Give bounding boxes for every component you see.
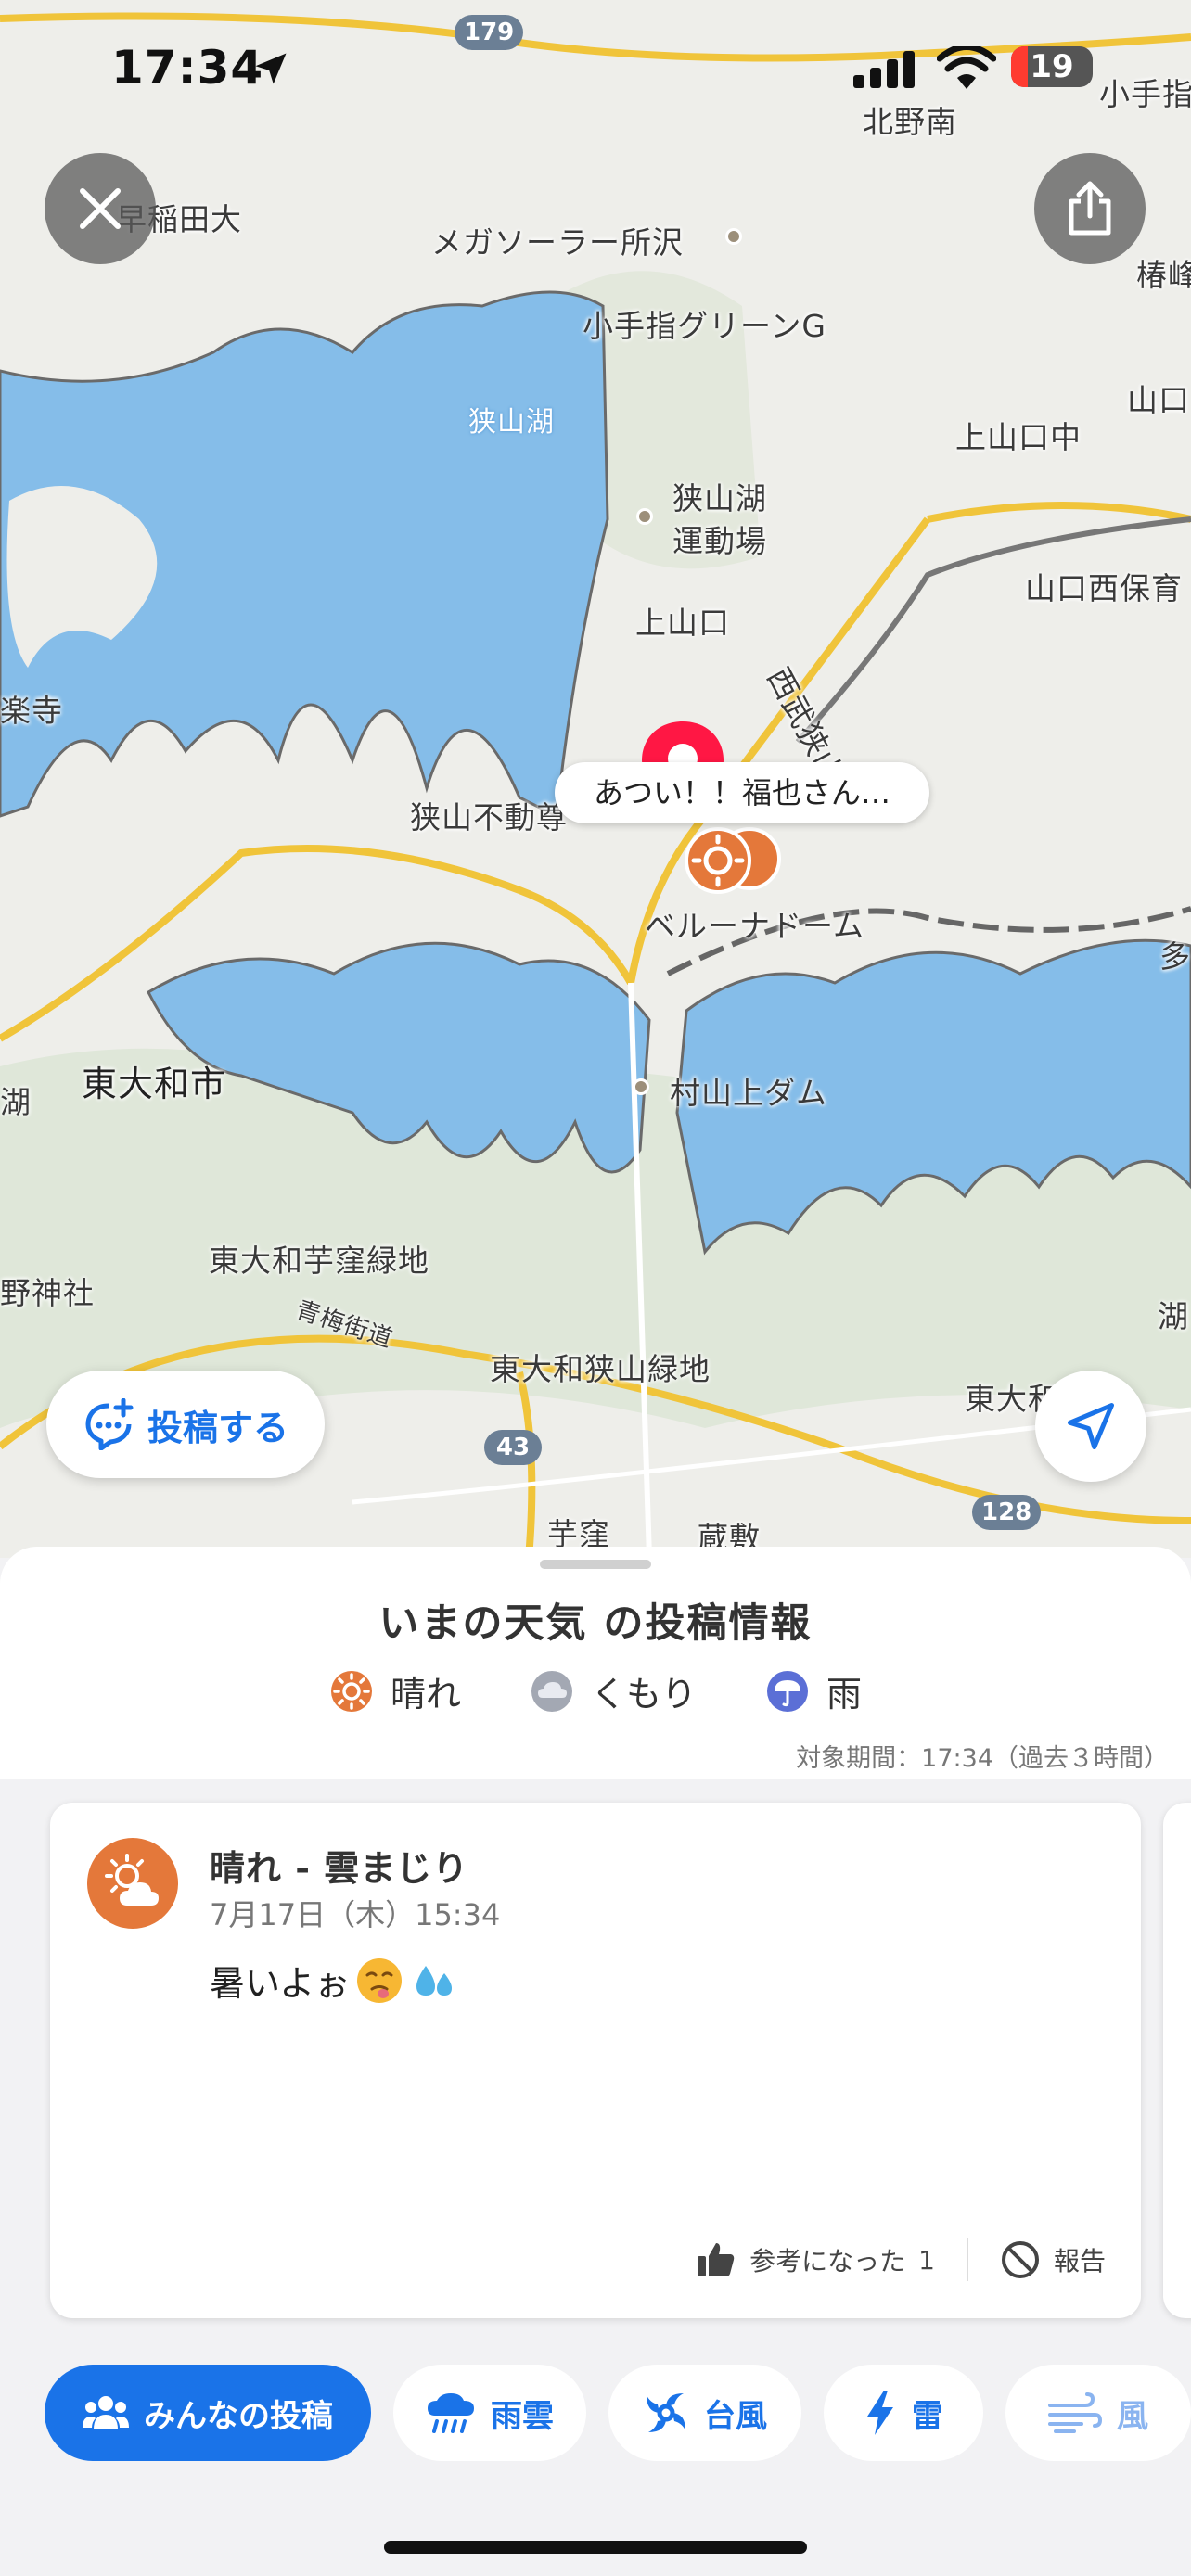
rain-cloud-icon [428,2393,474,2433]
poi-dot [636,508,653,525]
sheet-title: いまの天気 の投稿情報 [378,1600,813,1647]
post-actions: 参考になった 1 報告 [696,2238,1106,2281]
close-icon [80,188,121,229]
map-label-ta-right: 多 [1159,938,1191,975]
map-label-yamaguchi: 山口 [1127,382,1190,418]
map-label-sayama-fudo: 狭山不動尊 [410,799,568,835]
layer-tabs: みんなの投稿 雨雲 台風 雷 風 [45,2365,1191,2461]
wind-icon [1048,2392,1102,2433]
legend-item-cloudy: くもり [530,1665,697,1716]
battery-icon: 19 [1011,46,1093,87]
sheet-header: いまの天気 の投稿情報 晴れ くもり 雨 対象期間：17:34（過去３時間） [0,1547,1191,1779]
map-label-rakuji: 楽寺 [0,693,63,729]
umbrella-icon [767,1670,808,1712]
map-label-kamiyamaguchi-jh: 上山口中 [955,419,1082,455]
tab-label: 風 [1117,2397,1148,2435]
location-arrow-icon [255,53,287,84]
post-date: 7月17日（木）15:34 [210,1897,501,1932]
map-label-murayama-dam: 村山上ダム [670,1075,827,1111]
legend-label: 晴れ [390,1674,461,1715]
sheet-grabber[interactable] [540,1560,651,1569]
sweat-droplets-icon [416,1965,453,1996]
map-label-imokubo-green: 東大和芋窪緑地 [209,1243,429,1279]
wifi-icon [937,46,996,89]
map-label-sayamako: 狭山湖 [468,406,555,439]
map-label-megasolar: メガソーラー所沢 [431,224,684,261]
bottom-sheet[interactable]: いまの天気 の投稿情報 晴れ くもり 雨 対象期間：17:34（過去３時間） 晴… [0,1547,1191,2576]
battery-level: 19 [1030,48,1074,85]
map-label-kamiyamaguchi: 上山口 [635,605,730,641]
tab-label: 雷 [912,2397,943,2435]
tab-rain-cloud[interactable]: 雨雲 [393,2365,586,2461]
thumbs-up-icon[interactable] [696,2241,736,2278]
share-button[interactable] [1034,153,1146,264]
home-indicator [384,2541,807,2554]
map-label-ko-right: 湖 [1158,1298,1189,1334]
helpful-label[interactable]: 参考になった [749,2241,905,2278]
legend-item-sunny: 晴れ [329,1665,461,1716]
post-button[interactable]: 投稿する [46,1371,325,1478]
legend-label: くもり [590,1674,697,1715]
location-arrow-icon [1068,1403,1114,1449]
report-label[interactable]: 報告 [1054,2241,1106,2278]
map-label-belluna: ベルーナドーム [645,908,865,944]
legend-label: 雨 [826,1674,863,1715]
poi-dot [633,1078,649,1095]
sun-icon [330,1670,372,1712]
lightning-icon [867,2391,893,2435]
next-post-card[interactable] [1163,1803,1191,2318]
people-icon [83,2396,129,2429]
map-label-yamaguchi-nishi: 山口西保育 [1025,570,1183,606]
route-shield: 128 [972,1495,1042,1530]
close-button[interactable] [45,153,156,264]
sun-marker-icon[interactable] [675,823,787,898]
post-bubble-icon [85,1398,134,1450]
map-label-sayamako-ground: 狭山湖 運動場 [672,480,767,559]
tab-wind[interactable]: 風 [1005,2365,1191,2461]
cloud-icon [531,1670,572,1712]
map-label-sayama-green: 東大和狭山緑地 [490,1351,711,1387]
map-label-kitanominami: 北野南 [863,104,957,140]
post-body: 暑いよぉ [210,1955,457,2006]
tab-label: みんなの投稿 [144,2397,333,2435]
map-label-yajinja: 野神社 [0,1275,95,1311]
post-callout[interactable]: あつい！！福也さん… [555,762,929,823]
map-label-higashiyamato: 東大和市 [82,1064,227,1104]
post-body-text: 暑いよぉ [210,1963,351,2004]
post-button-label: 投稿する [147,1407,288,1448]
tab-typhoon[interactable]: 台風 [608,2365,801,2461]
map-label-ko: 湖 [0,1084,32,1120]
typhoon-icon [647,2393,685,2432]
tab-label: 雨雲 [491,2397,554,2435]
tab-lightning[interactable]: 雷 [824,2365,983,2461]
status-time: 17:34 [111,41,264,95]
weather-legend: 晴れ くもり 雨 [0,1665,1191,1716]
helpful-count: 1 [918,2244,935,2276]
weather-map[interactable]: 北野南 小手指 早稲田大 メガソーラー所沢 小手指グリーンG 椿峰 狭山湖 上山… [0,0,1191,1558]
report-prohibited-icon[interactable] [1000,2239,1041,2280]
poi-dot [725,228,742,245]
post-card[interactable]: 晴れ - 雲まじり 7月17日（木）15:34 暑いよぉ 参考になった 1 報告 [50,1803,1141,2318]
weather-avatar [87,1838,178,1929]
tab-label: 台風 [704,2397,767,2435]
tab-community-posts[interactable]: みんなの投稿 [45,2365,371,2461]
share-icon [1069,181,1111,236]
locate-button[interactable] [1035,1371,1146,1482]
map-label-kotesashi: 小手指 [1099,76,1191,112]
route-shield: 43 [484,1430,542,1465]
period-text: 対象期間：17:34（過去３時間） [796,1744,1169,1773]
divider [966,2238,968,2281]
post-weather: 晴れ - 雲まじり [210,1848,469,1889]
signal-icon [853,51,915,88]
hot-face-icon [357,1958,403,2003]
sun-cloud-icon [105,1854,159,1906]
route-shield: 179 [455,15,524,50]
map-label-tsubaki: 椿峰 [1136,257,1191,293]
legend-item-rain: 雨 [765,1665,862,1716]
map-label-kotesashi-green: 小手指グリーンG [583,308,826,344]
